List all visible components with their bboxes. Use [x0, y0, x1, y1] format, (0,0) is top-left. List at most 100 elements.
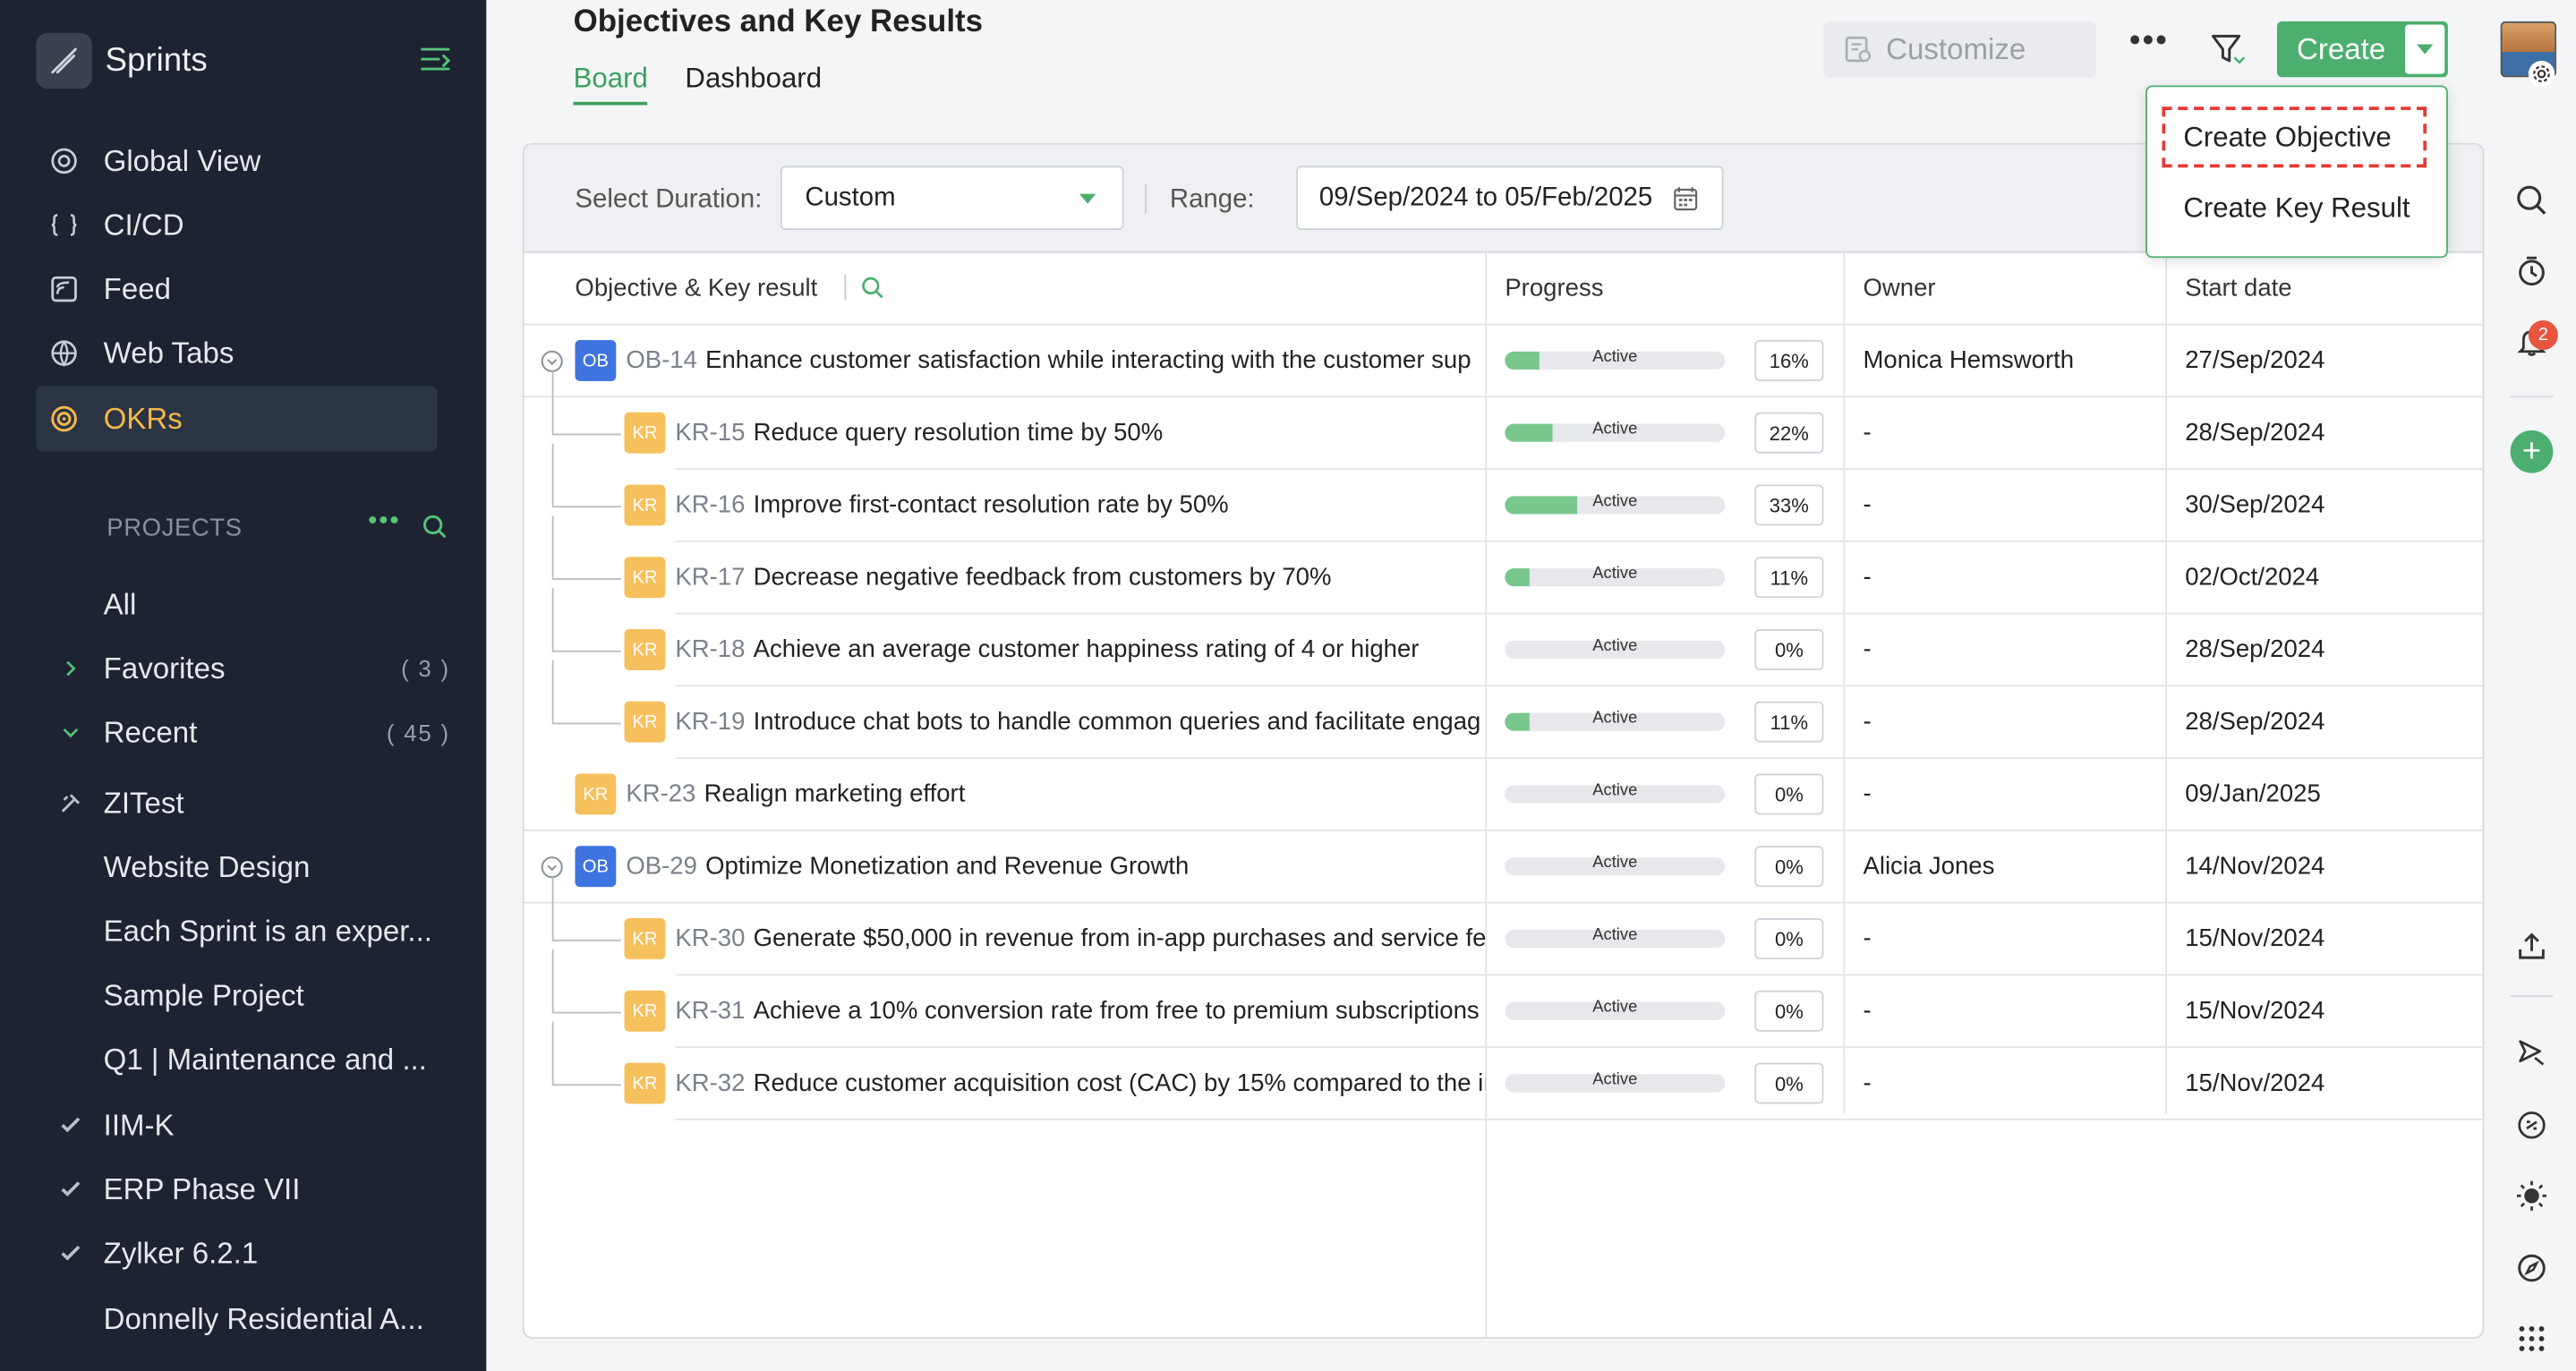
nav-global-view[interactable]: Global View	[36, 130, 437, 192]
item-id[interactable]: KR-23	[626, 780, 695, 808]
table-row[interactable]: KR KR-16 Improve first-contact resolution …	[525, 443, 2483, 542]
progress-percent[interactable]: 0%	[1754, 918, 1824, 959]
add-icon[interactable]: +	[2510, 430, 2554, 473]
column-header-objective[interactable]: Objective & Key result	[575, 275, 817, 302]
duration-select[interactable]: Custom	[780, 166, 1124, 230]
objective-cell[interactable]: OB OB-29 Optimize Monetization and Revenue…	[575, 831, 1485, 902]
settings-gear-icon[interactable]	[2528, 60, 2555, 88]
objective-cell[interactable]: KR KR-16 Improve first-contact resolution …	[624, 470, 1485, 541]
item-title[interactable]: Optimize Monetization and Revenue Growth	[705, 853, 1189, 881]
table-row[interactable]: KR KR-32 Reduce customer acquisition cost …	[525, 1021, 2483, 1120]
timer-icon[interactable]	[2513, 253, 2549, 289]
progress-percent[interactable]: 33%	[1754, 484, 1824, 526]
table-row[interactable]: KR KR-31 Achieve a 10% conversion rate fro…	[525, 949, 2483, 1049]
nav-cicd[interactable]: CI/CD	[36, 194, 437, 257]
nav-okrs[interactable]: OKRs	[36, 386, 438, 452]
objective-cell[interactable]: KR KR-23 Realign marketing effort	[575, 759, 1485, 830]
progress-percent[interactable]: 0%	[1754, 990, 1824, 1032]
start-date-cell[interactable]: 28/Sep/2024	[2185, 635, 2324, 663]
start-date-cell[interactable]: 09/Jan/2025	[2185, 780, 2321, 808]
table-row[interactable]: KR KR-19 Introduce chat bots to handle com…	[525, 660, 2483, 760]
owner-cell[interactable]: -	[1863, 419, 1871, 447]
start-date-cell[interactable]: 15/Nov/2024	[2185, 924, 2324, 952]
item-id[interactable]: OB-14	[626, 346, 697, 374]
project-favorites[interactable]: Favorites ( 3 )	[36, 639, 463, 698]
project-iim-k[interactable]: IIM-K	[36, 1095, 463, 1154]
item-id[interactable]: KR-17	[675, 564, 745, 592]
owner-cell[interactable]: -	[1863, 924, 1871, 952]
search-icon[interactable]	[2513, 183, 2549, 218]
owner-cell[interactable]: Monica Hemsworth	[1863, 346, 2074, 374]
nav-feed[interactable]: Feed	[36, 258, 437, 320]
projects-search-icon[interactable]	[422, 515, 448, 548]
project-erp-phase[interactable]: ERP Phase VII	[36, 1160, 463, 1219]
start-date-cell[interactable]: 02/Oct/2024	[2185, 564, 2319, 592]
column-search-icon[interactable]	[861, 276, 884, 307]
brand[interactable]: Sprints	[36, 32, 208, 89]
owner-cell[interactable]: -	[1863, 635, 1871, 663]
start-date-cell[interactable]: 15/Nov/2024	[2185, 997, 2324, 1025]
item-id[interactable]: KR-31	[675, 997, 745, 1025]
expand-chevron-icon[interactable]	[541, 856, 564, 879]
progress-percent[interactable]: 22%	[1754, 412, 1824, 454]
nav-web-tabs[interactable]: Web Tabs	[36, 322, 437, 385]
table-row[interactable]: OB OB-14 Enhance customer satisfaction whi…	[524, 325, 2483, 398]
progress-percent[interactable]: 11%	[1754, 701, 1824, 743]
item-title[interactable]: Realign marketing effort	[704, 780, 966, 808]
compass-icon[interactable]	[2513, 1250, 2549, 1286]
table-row[interactable]: KR KR-15 Reduce query resolution time by 5…	[525, 370, 2483, 470]
progress-percent[interactable]: 0%	[1754, 1062, 1824, 1104]
start-date-cell[interactable]: 28/Sep/2024	[2185, 708, 2324, 736]
table-row[interactable]: KR KR-18 Achieve an average customer happi…	[525, 588, 2483, 687]
item-id[interactable]: KR-16	[675, 491, 745, 519]
item-title[interactable]: Achieve a 10% conversion rate from free …	[754, 997, 1480, 1025]
create-dropdown-caret-icon[interactable]	[2405, 24, 2445, 74]
progress-percent[interactable]: 0%	[1754, 773, 1824, 815]
sync-icon[interactable]	[2513, 1107, 2549, 1143]
apps-grid-icon[interactable]	[2513, 1321, 2549, 1357]
owner-cell[interactable]: -	[1863, 491, 1871, 519]
progress-percent[interactable]: 16%	[1754, 339, 1824, 381]
owner-cell[interactable]: -	[1863, 780, 1871, 808]
column-header-owner[interactable]: Owner	[1863, 275, 1935, 302]
filter-icon[interactable]	[2210, 33, 2246, 74]
objective-cell[interactable]: OB OB-14 Enhance customer satisfaction whi…	[575, 325, 1485, 396]
project-all[interactable]: All	[36, 575, 463, 634]
project-website-design[interactable]: Website Design	[36, 838, 463, 897]
project-zitest[interactable]: ZITest	[36, 774, 463, 833]
column-header-start-date[interactable]: Start date	[2185, 275, 2291, 302]
item-title[interactable]: Reduce customer acquisition cost (CAC) b…	[754, 1069, 1486, 1097]
item-title[interactable]: Introduce chat bots to handle common que…	[754, 708, 1481, 736]
objective-cell[interactable]: KR KR-30 Generate $50,000 in revenue from …	[624, 904, 1485, 975]
start-date-cell[interactable]: 28/Sep/2024	[2185, 419, 2324, 447]
project-q1-maintenance[interactable]: Q1 | Maintenance and ...	[36, 1030, 463, 1089]
item-id[interactable]: KR-32	[675, 1069, 745, 1097]
projects-more-icon[interactable]: •••	[368, 507, 400, 537]
project-zylker[interactable]: Zylker 6.2.1	[36, 1223, 463, 1282]
item-title[interactable]: Decrease negative feedback from customer…	[754, 564, 1332, 592]
owner-cell[interactable]: -	[1863, 997, 1871, 1025]
collapse-sidebar-icon[interactable]	[417, 45, 453, 78]
project-each-sprint[interactable]: Each Sprint is an exper...	[36, 902, 463, 961]
more-options-icon[interactable]: •••	[2129, 23, 2169, 61]
item-title[interactable]: Generate $50,000 in revenue from in-app …	[754, 924, 1486, 952]
item-id[interactable]: KR-18	[675, 635, 745, 663]
item-id[interactable]: OB-29	[626, 853, 697, 881]
progress-percent[interactable]: 0%	[1754, 846, 1824, 888]
item-id[interactable]: KR-19	[675, 708, 745, 736]
objective-cell[interactable]: KR KR-18 Achieve an average customer happi…	[624, 614, 1485, 685]
theme-sun-icon[interactable]	[2513, 1178, 2549, 1213]
tab-board[interactable]: Board	[573, 63, 648, 106]
create-button[interactable]: Create	[2277, 21, 2448, 78]
progress-percent[interactable]: 0%	[1754, 628, 1824, 670]
start-date-cell[interactable]: 14/Nov/2024	[2185, 853, 2324, 881]
table-row[interactable]: KR KR-17 Decrease negative feedback from c…	[525, 515, 2483, 615]
owner-cell[interactable]: -	[1863, 564, 1871, 592]
table-row[interactable]: KR KR-23 Realign marketing effort Active 0% -…	[524, 759, 2483, 831]
objective-cell[interactable]: KR KR-32 Reduce customer acquisition cost …	[624, 1048, 1485, 1119]
calendar-icon[interactable]	[1673, 185, 1699, 211]
project-recent[interactable]: Recent ( 45 )	[36, 703, 463, 762]
objective-cell[interactable]: KR KR-17 Decrease negative feedback from c…	[624, 542, 1485, 613]
upload-icon[interactable]	[2513, 928, 2549, 964]
table-row[interactable]: OB OB-29 Optimize Monetization and Revenue…	[524, 831, 2483, 904]
